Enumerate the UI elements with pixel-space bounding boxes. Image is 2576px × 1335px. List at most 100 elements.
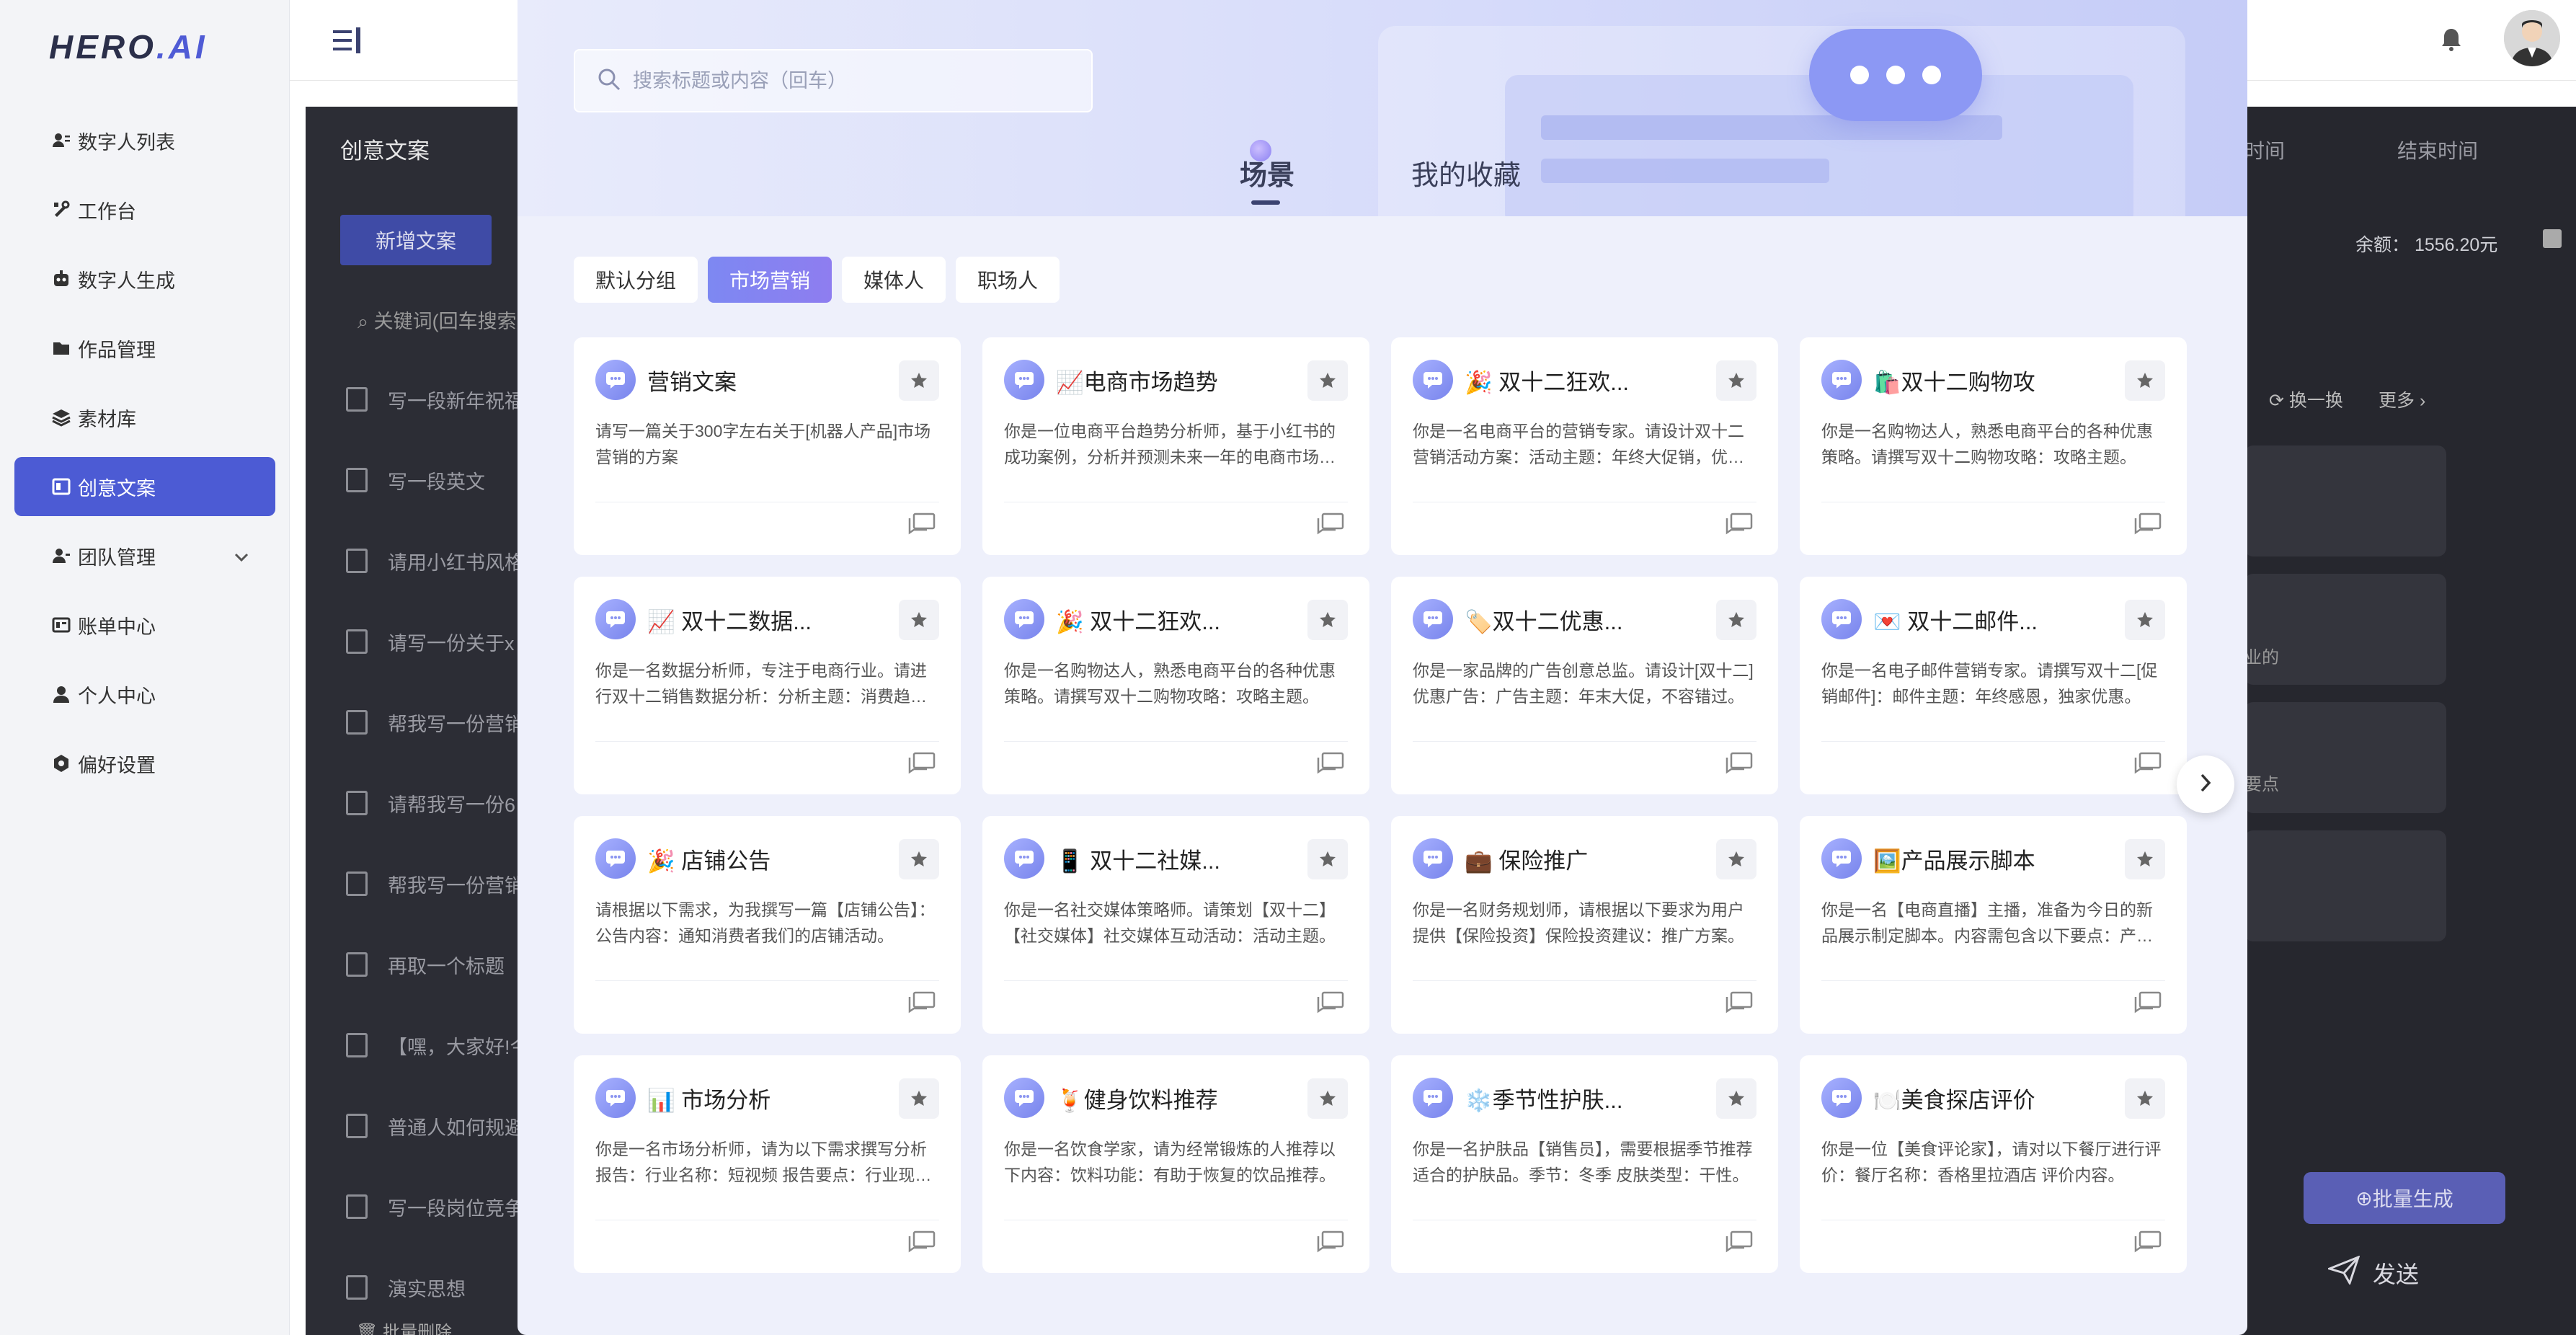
list-item[interactable]: 帮我写一份营销 (346, 682, 530, 763)
use-prompt-icon[interactable] (1725, 512, 1754, 540)
use-prompt-icon[interactable] (907, 512, 936, 540)
category-default[interactable]: 默认分组 (574, 257, 698, 303)
list-item[interactable]: 写一段岗位竞争 (346, 1166, 530, 1247)
prompt-card[interactable]: 💼 保险推广 你是一名财务规划师，请根据以下要求为用户提供【保险投资】保险投资建议… (1391, 816, 1778, 1034)
star-icon[interactable] (1716, 360, 1756, 401)
sidebar-item-materials[interactable]: 素材库 (14, 388, 275, 447)
swap-button[interactable]: ⟳ 换一换 (2269, 386, 2343, 412)
use-prompt-icon[interactable] (1725, 1230, 1754, 1258)
star-icon[interactable] (899, 600, 939, 640)
panel-search-input[interactable]: ⌕ 关键词(回车搜索 (357, 306, 517, 334)
star-icon[interactable] (1716, 1078, 1756, 1119)
list-item[interactable]: 再取一个标题 (346, 924, 530, 1005)
category-media[interactable]: 媒体人 (842, 257, 946, 303)
new-copy-button[interactable]: 新增文案 (340, 215, 492, 265)
use-prompt-icon[interactable] (907, 990, 936, 1019)
settings-square-icon[interactable] (2543, 229, 2562, 248)
star-icon[interactable] (2125, 1078, 2165, 1119)
use-prompt-icon[interactable] (2133, 1230, 2162, 1258)
app-logo[interactable]: HERO.AI (49, 27, 208, 66)
sidebar-item-creative-copy[interactable]: 创意文案 (14, 457, 275, 516)
star-icon[interactable] (2125, 600, 2165, 640)
prompt-card[interactable]: 营销文案 请写一篇关于300字左右关于[机器人产品]市场营销的方案 (574, 337, 961, 555)
prompt-card[interactable]: 🎉 店铺公告 请根据以下需求，为我撰写一篇【店铺公告】：公告内容：通知消费者我们的… (574, 816, 961, 1034)
use-prompt-icon[interactable] (1725, 751, 1754, 779)
star-icon[interactable] (2125, 839, 2165, 879)
prompt-card[interactable]: ❄️季节性护肤... 你是一名护肤品【销售员】，需要根据季节推荐适合的护肤品。季节… (1391, 1055, 1778, 1273)
more-button[interactable]: 更多 › (2379, 386, 2425, 412)
bell-icon[interactable] (2440, 27, 2462, 56)
prompt-card[interactable]: 🍹健身饮料推荐 你是一名饮食学家，请为经常锻炼的人推荐以下内容：饮料功能：有助于恢… (982, 1055, 1369, 1273)
chat-icon (1004, 599, 1044, 639)
prompt-card[interactable]: 🎉 双十二狂欢... 你是一名电商平台的营销专家。请设计双十二营销活动方案：活动主… (1391, 337, 1778, 555)
sidebar-item-team[interactable]: 团队管理 (14, 526, 275, 585)
next-page-button[interactable] (2177, 755, 2234, 813)
tab-favorites[interactable]: 我的收藏 (1411, 153, 1521, 192)
use-prompt-icon[interactable] (1725, 990, 1754, 1019)
use-prompt-icon[interactable] (907, 1230, 936, 1258)
use-prompt-icon[interactable] (2133, 990, 2162, 1019)
prompt-card-grid: 营销文案 请写一篇关于300字左右关于[机器人产品]市场营销的方案 📈电商市场趋势你… (574, 337, 2187, 1273)
suggestion-card[interactable] (2244, 445, 2446, 556)
list-item[interactable]: 请用小红书风格 (346, 520, 530, 601)
star-icon[interactable] (1307, 600, 1348, 640)
prompt-card[interactable]: 📈电商市场趋势 你是一位电商平台趋势分析师，基于小红书的成功案例，分析并预测未来一… (982, 337, 1369, 555)
use-prompt-icon[interactable] (907, 751, 936, 779)
star-icon[interactable] (2125, 360, 2165, 401)
suggestion-card[interactable] (2244, 830, 2446, 941)
star-icon[interactable] (899, 360, 939, 401)
prompt-card[interactable]: 🍽️美食探店评价 你是一位【美食评论家】，请对以下餐厅进行评价：餐厅名称：香格里拉… (1800, 1055, 2187, 1273)
prompt-card[interactable]: 🎉 双十二狂欢... 你是一名购物达人，熟悉电商平台的各种优惠策略。请撰写双十二购… (982, 577, 1369, 794)
star-icon[interactable] (1307, 360, 1348, 401)
star-icon[interactable] (1307, 1078, 1348, 1119)
tab-scenes[interactable]: 场景 (1240, 153, 1294, 192)
modal-search-box[interactable] (574, 49, 1093, 112)
list-item[interactable]: 写一段新年祝福 (346, 359, 530, 440)
star-icon[interactable] (899, 839, 939, 879)
chat-icon (1413, 599, 1453, 639)
sidebar-item-digital-human-gen[interactable]: 数字人生成 (14, 249, 275, 309)
sidebar-item-preferences[interactable]: 偏好设置 (14, 734, 275, 793)
sidebar-item-workbench[interactable]: 工作台 (14, 180, 275, 239)
batch-generate-button[interactable]: ⊕ 批量生成 (2304, 1172, 2505, 1224)
category-workplace[interactable]: 职场人 (956, 257, 1060, 303)
modal-search-input[interactable] (633, 69, 1065, 92)
prompt-card-description: 你是一位电商平台趋势分析师，基于小红书的成功案例，分析并预测未来一年的电商市场趋… (1004, 422, 1336, 466)
prompt-card[interactable]: 📊 市场分析 你是一名市场分析师，请为以下需求撰写分析报告：行业名称：短视频 报告… (574, 1055, 961, 1273)
list-item[interactable]: 帮我写一份营销 (346, 843, 530, 924)
use-prompt-icon[interactable] (2133, 512, 2162, 540)
use-prompt-icon[interactable] (1316, 751, 1345, 779)
sidebar-item-works[interactable]: 作品管理 (14, 319, 275, 378)
prompt-card[interactable]: 📱 双十二社媒... 你是一名社交媒体策略师。请策划【双十二】【社交媒体】社交媒体… (982, 816, 1369, 1034)
use-prompt-icon[interactable] (1316, 990, 1345, 1019)
prompt-card[interactable]: 📈 双十二数据... 你是一名数据分析师，专注于电商行业。请进行双十二销售数据分析… (574, 577, 961, 794)
sidebar-item-billing[interactable]: 账单中心 (14, 595, 275, 655)
menu-fold-icon[interactable] (332, 26, 363, 58)
send-button[interactable]: 发送 (2326, 1255, 2419, 1290)
suggestion-card[interactable] (2244, 702, 2446, 813)
prompt-card[interactable]: 💌 双十二邮件... 你是一名电子邮件营销专家。请撰写双十二[促销邮件]：邮件主题… (1800, 577, 2187, 794)
list-item[interactable]: 请写一份关于x (346, 601, 530, 682)
star-icon[interactable] (1716, 839, 1756, 879)
star-icon[interactable] (899, 1078, 939, 1119)
list-item[interactable]: 请帮我写一份6 (346, 763, 530, 843)
star-icon[interactable] (1307, 839, 1348, 879)
prompt-card[interactable]: 🛍️双十二购物攻 你是一名购物达人，熟悉电商平台的各种优惠策略。请撰写双十二购物攻… (1800, 337, 2187, 555)
chevron-down-icon[interactable] (234, 545, 249, 567)
prompt-card[interactable]: 🖼️产品展示脚本 你是一名【电商直播】主播，准备为今日的新品展示制定脚本。内容需包… (1800, 816, 2187, 1034)
prompt-card[interactable]: 🏷️双十二优惠... 你是一家品牌的广告创意总监。请设计[双十二]优惠广告：广告主… (1391, 577, 1778, 794)
list-item[interactable]: 演实思想 (346, 1247, 530, 1328)
batch-delete-button[interactable]: 🗑 批量删除 (356, 1318, 452, 1335)
list-item[interactable]: 【嘿，大家好!今 (346, 1005, 530, 1086)
star-icon[interactable] (1716, 600, 1756, 640)
avatar[interactable] (2504, 10, 2560, 66)
list-item[interactable]: 普通人如何规避 (346, 1086, 530, 1166)
use-prompt-icon[interactable] (1316, 512, 1345, 540)
list-item[interactable]: 写一段英文 (346, 440, 530, 520)
use-prompt-icon[interactable] (2133, 751, 2162, 779)
document-icon (346, 1033, 368, 1057)
sidebar-item-profile[interactable]: 个人中心 (14, 665, 275, 724)
sidebar-item-digital-human-list[interactable]: 数字人列表 (14, 111, 275, 170)
use-prompt-icon[interactable] (1316, 1230, 1345, 1258)
category-marketing[interactable]: 市场营销 (708, 257, 832, 303)
